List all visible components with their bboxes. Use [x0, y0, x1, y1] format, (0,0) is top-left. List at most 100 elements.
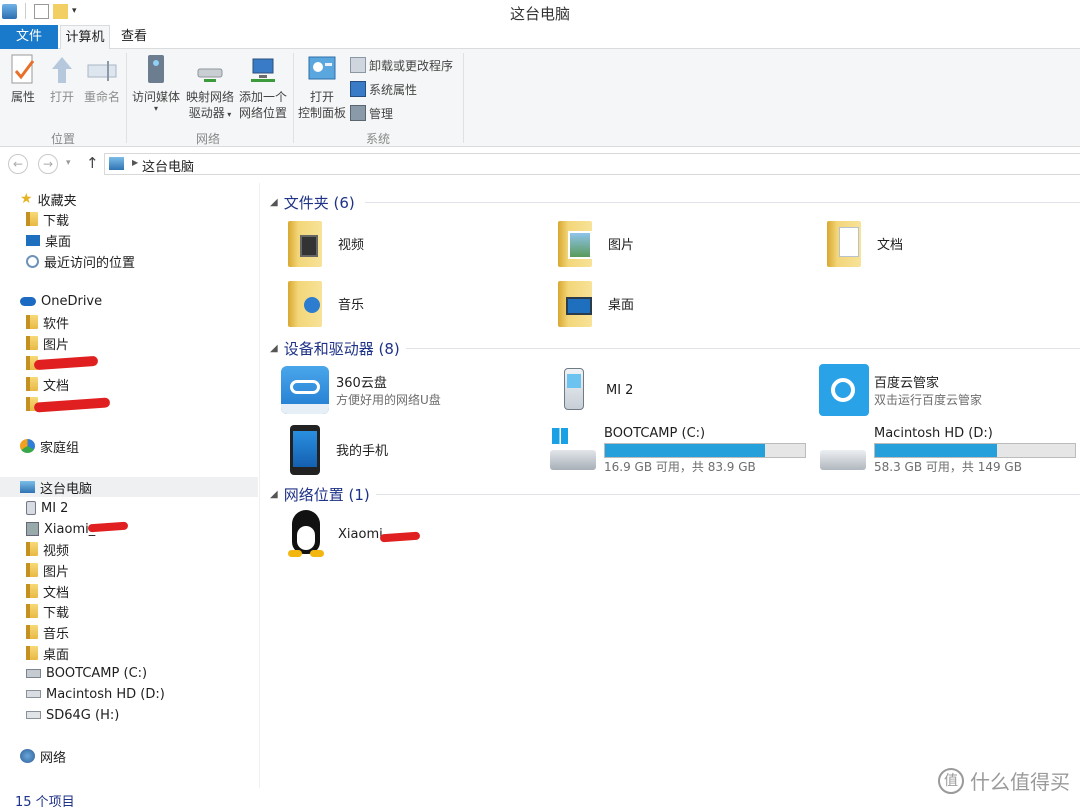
folder-item-music[interactable]: 音乐: [282, 277, 364, 329]
music-folder-icon: [282, 277, 330, 329]
desktop-icon: [26, 234, 40, 246]
explorer-window: ▾ 这台电脑 文件 计算机 查看 属性 打开 重命名 访问媒体 ▾ 映射网络 驱…: [0, 0, 1080, 807]
up-arrow-icon[interactable]: ↑: [86, 154, 99, 172]
breadcrumb-chevron-icon[interactable]: ▶: [132, 158, 138, 167]
system-properties-button[interactable]: 系统属性: [350, 79, 417, 99]
drive-item-c[interactable]: BOOTCAMP (C:) 16.9 GB 可用，共 83.9 GB: [548, 424, 806, 476]
nav-label: 网络: [40, 750, 67, 766]
device-item-360cloud[interactable]: 360云盘 方便好用的网络U盘: [280, 364, 441, 416]
nav-music[interactable]: 音乐: [26, 622, 69, 642]
device-item-my-phone[interactable]: 我的手机: [280, 423, 388, 475]
redaction-mark: [33, 355, 99, 371]
nav-xiaomi[interactable]: Xiaomi_: [26, 519, 95, 539]
group-header-devices[interactable]: ◢ 设备和驱动器 (8): [270, 338, 400, 359]
back-button[interactable]: ←: [8, 154, 28, 174]
nav-mi2[interactable]: MI 2: [26, 498, 68, 518]
network-drive-icon: [197, 68, 223, 82]
nav-onedrive[interactable]: OneDrive: [20, 291, 102, 311]
manage-icon: [350, 105, 366, 121]
system-icon: [350, 81, 366, 97]
nav-documents[interactable]: 文档: [26, 581, 69, 601]
nav-this-pc[interactable]: 这台电脑: [0, 477, 258, 497]
item-label: 图片: [608, 237, 635, 253]
folder-item-videos[interactable]: 视频: [282, 217, 364, 269]
group-system-label: 系统: [365, 132, 390, 146]
documents-folder-icon: [26, 584, 38, 598]
tab-computer[interactable]: 计算机: [60, 25, 110, 50]
folder-item-documents[interactable]: 文档: [821, 217, 903, 269]
open-control-panel-button[interactable]: 打开 控制面板: [295, 53, 349, 121]
nav-desktop[interactable]: 桌面: [26, 230, 71, 250]
add-network-location-button[interactable]: 添加一个 网络位置: [237, 53, 289, 121]
recent-locations-chevron-icon[interactable]: ▾: [66, 158, 71, 168]
control-panel-icon: [308, 56, 336, 80]
item-label: MI 2: [606, 382, 634, 398]
uninstall-program-button[interactable]: 卸载或更改程序: [350, 55, 453, 75]
device-icon: [26, 522, 39, 536]
open-icon: [52, 57, 72, 83]
homegroup-icon: [20, 439, 35, 453]
windows-drive-icon: [548, 424, 596, 476]
address-box[interactable]: ▶: [104, 153, 1080, 175]
linux-penguin-icon: [282, 508, 330, 560]
nav-od-pictures[interactable]: 图片: [26, 333, 69, 353]
pictures-folder-icon: [552, 217, 600, 269]
desktop-folder-icon: [552, 277, 600, 329]
manage-button[interactable]: 管理: [350, 103, 393, 123]
nav-videos[interactable]: 视频: [26, 539, 69, 559]
nav-label: 图片: [43, 337, 70, 353]
forward-button[interactable]: →: [38, 154, 58, 174]
nav-favorites[interactable]: ★ 收藏夹: [20, 189, 77, 209]
tab-file[interactable]: 文件: [0, 25, 58, 49]
network-location-item-xiaomi[interactable]: Xiaomi_: [282, 508, 389, 560]
properties-button[interactable]: 属性: [6, 53, 40, 105]
redaction-mark: [379, 531, 421, 543]
documents-folder-icon: [821, 217, 869, 269]
folder-item-pictures[interactable]: 图片: [552, 217, 634, 269]
smartphone-icon: [280, 423, 328, 475]
group-header-folders[interactable]: ◢ 文件夹 (6): [270, 192, 355, 213]
folder-item-desktop[interactable]: 桌面: [552, 277, 634, 329]
nav-drive-d[interactable]: Macintosh HD (D:): [26, 684, 165, 704]
nav-label: 视频: [43, 543, 70, 559]
rename-button[interactable]: 重命名: [82, 53, 122, 105]
item-label: 音乐: [338, 297, 365, 313]
properties-label: 属性: [10, 90, 35, 104]
nav-downloads-pc[interactable]: 下载: [26, 601, 69, 621]
phone-icon: [550, 364, 598, 416]
device-item-baidu[interactable]: 百度云管家 双击运行百度云管家: [818, 364, 982, 416]
access-media-button[interactable]: 访问媒体 ▾: [129, 53, 183, 113]
nav-pictures[interactable]: 图片: [26, 560, 69, 580]
nav-drive-c[interactable]: BOOTCAMP (C:): [26, 663, 147, 683]
nav-od-software[interactable]: 软件: [26, 312, 69, 332]
music-folder-icon: [26, 625, 38, 639]
drive-d-usage-fill: [875, 443, 997, 457]
nav-desktop-pc[interactable]: 桌面: [26, 643, 69, 663]
nav-network[interactable]: 网络: [20, 746, 66, 766]
videos-folder-icon: [26, 542, 38, 556]
drive-item-d[interactable]: Macintosh HD (D:) 58.3 GB 可用，共 149 GB: [818, 424, 1076, 476]
group-separator: [463, 53, 464, 143]
map-network-drive-button[interactable]: 映射网络 驱动器 ▾: [184, 53, 236, 123]
open-label: 打开: [49, 90, 74, 104]
nav-od-documents[interactable]: 文档: [26, 374, 69, 394]
open-button[interactable]: 打开: [46, 53, 78, 105]
device-item-mi2[interactable]: MI 2: [550, 364, 633, 416]
nav-recent[interactable]: 最近访问的位置: [26, 251, 135, 271]
nav-drive-h[interactable]: SD64G (H:): [26, 705, 119, 725]
nav-downloads[interactable]: 下载: [26, 209, 69, 229]
nav-homegroup[interactable]: 家庭组: [20, 436, 79, 456]
access-media-label: 访问媒体: [131, 90, 180, 104]
group-header-network-locations[interactable]: ◢ 网络位置 (1): [270, 484, 370, 505]
title-bar: ▾ 这台电脑: [0, 0, 1080, 25]
nav-label: 文档: [43, 585, 70, 601]
nav-label: SD64G (H:): [46, 707, 120, 723]
group-divider: [406, 348, 1080, 349]
nav-label: 下载: [43, 605, 70, 621]
collapse-icon: ◢: [270, 197, 278, 208]
breadcrumb-this-pc[interactable]: 这台电脑: [142, 156, 194, 175]
tab-view[interactable]: 查看: [116, 25, 152, 49]
watermark-badge-icon: 值: [938, 767, 964, 794]
sys-props-label: 系统属性: [369, 82, 418, 97]
drive-icon: [26, 690, 41, 698]
